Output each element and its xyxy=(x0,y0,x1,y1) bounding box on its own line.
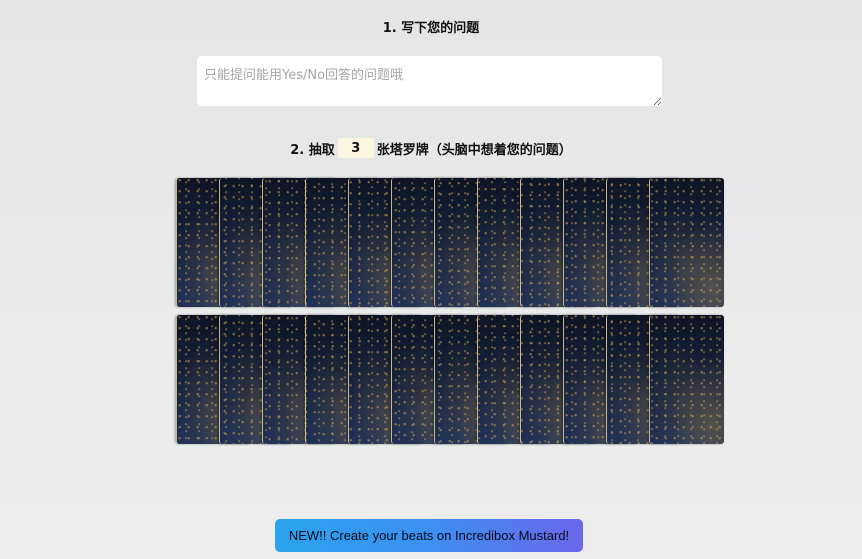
card-count-input[interactable] xyxy=(337,138,374,158)
step-2-prefix: 2. 抽取 xyxy=(290,142,335,158)
tarot-card-back[interactable] xyxy=(649,315,724,444)
question-input[interactable] xyxy=(196,55,663,107)
tarot-card-back[interactable] xyxy=(649,178,724,307)
step-2-suffix: 张塔罗牌（头脑中想着您的问题） xyxy=(376,142,572,158)
incredibox-promo-button[interactable]: NEW!! Create your beats on Incredibox Mu… xyxy=(275,519,583,552)
step-2-heading: 2. 抽取 张塔罗牌（头脑中想着您的问题） xyxy=(0,138,862,158)
tarot-deck-row-1 xyxy=(176,178,724,307)
tarot-deck-row-2 xyxy=(176,315,724,444)
step-1-heading: 1. 写下您的问题 xyxy=(382,21,480,36)
